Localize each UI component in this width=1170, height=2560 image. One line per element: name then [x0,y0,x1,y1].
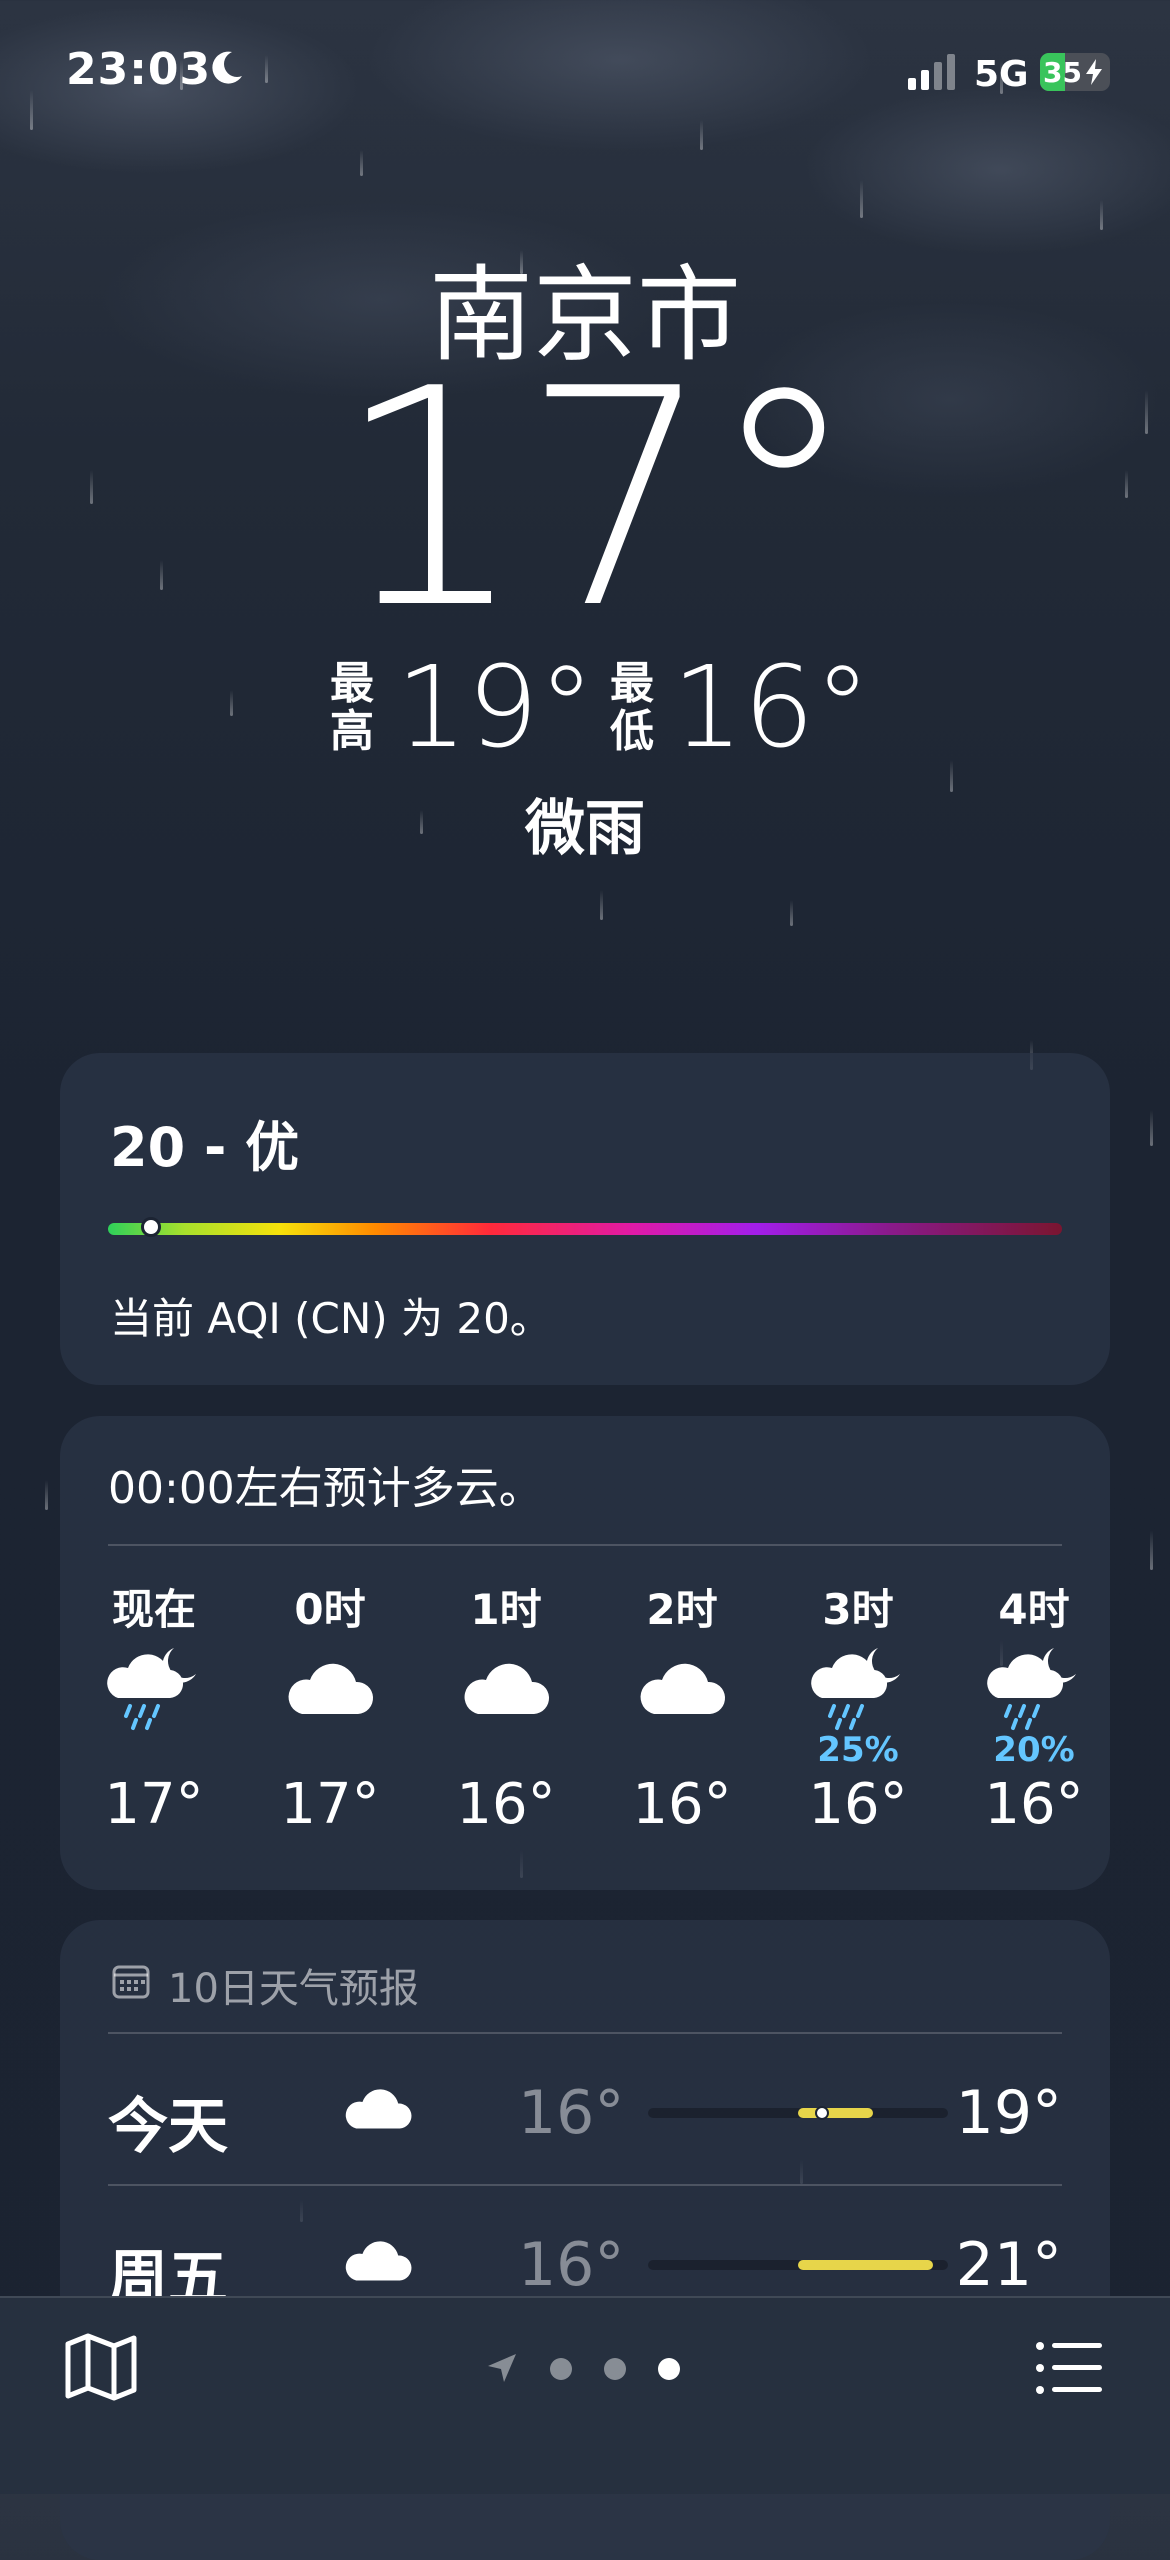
precip-probability: 25% [817,1730,899,1770]
hour-label: 1时 [470,1585,542,1634]
page-dot[interactable] [550,2358,572,2380]
list-icon[interactable] [1034,2338,1104,2398]
status-time: 23:03 [66,44,212,95]
divider [108,1544,1062,1546]
aqi-indicator [140,1217,161,1237]
hour-item: 3时 25% 16° [788,1576,928,1837]
temp-range-track [648,2260,948,2270]
day-high-temp: 21° [955,2230,1062,2300]
air-quality-card[interactable]: 20 - 优 当前 AQI (CN) 为 20。 [60,1053,1110,1385]
moon-cloud-rain-icon [104,1644,204,1734]
low-temp: 16° [672,643,871,773]
battery-percent: 35 [1043,56,1082,89]
hour-item: 0时 17° [260,1576,400,1837]
page-dot[interactable] [604,2358,626,2380]
weather-condition: 微雨 [525,794,645,864]
high-low-temps: 最高 19° 最低 16° [330,643,871,773]
hour-label: 现在 [111,1585,196,1634]
precip-probability [436,1730,576,1770]
network-type: 5G [974,54,1029,95]
rain-streak [600,890,603,920]
forecast-header: 10日天气预报 [168,1966,419,2012]
day-low-temp: 16° [518,2230,625,2300]
aqi-scale-bar [108,1223,1062,1235]
map-icon[interactable] [64,2332,138,2402]
hour-label: 3时 [822,1585,894,1634]
high-label: 最高 [330,658,374,757]
aqi-title: 20 - 优 [110,1116,300,1179]
hour-label: 4时 [998,1585,1070,1634]
temp-range-track [648,2106,948,2120]
rain-streak [1150,1110,1153,1146]
hour-temp: 16° [984,1772,1084,1837]
charging-bolt-icon [1086,59,1102,85]
rain-streak [230,690,233,716]
status-bar: 23:03 5G 35 [0,0,1170,150]
current-temperature: 17° [335,325,859,674]
temp-range-bar [798,2108,873,2118]
cloud-icon [338,2226,418,2296]
cloud-icon [632,1644,732,1734]
current-temp-marker [815,2106,829,2120]
hour-temp: 16° [632,1772,732,1837]
aqi-description: 当前 AQI (CN) 为 20。 [110,1294,552,1343]
hourly-summary: 00:00左右预计多云。 [108,1463,543,1514]
precip-probability [260,1730,400,1770]
rain-streak [790,900,793,926]
page-dot-active[interactable] [658,2358,680,2380]
hour-item: 现在 17° [84,1576,224,1837]
rain-streak [1100,200,1103,230]
hourly-forecast-card[interactable]: 00:00左右预计多云。 现在 17° 0时 17° 1时 16° 2时 16°… [60,1416,1110,1890]
moon-cloud-rain-icon [808,1644,908,1734]
cloud-icon [338,2074,418,2144]
rain-streak [860,180,863,218]
bottom-toolbar [0,2296,1170,2494]
day-low-temp: 16° [518,2078,625,2148]
moon-icon [212,51,242,84]
cloud-icon [456,1644,556,1734]
moon-cloud-rain-icon [984,1644,1084,1734]
day-high-temp: 19° [955,2078,1062,2148]
cloud-icon [280,1644,380,1734]
page-indicator[interactable] [480,2348,700,2388]
hour-item: 4时 20% 16° [964,1576,1104,1837]
hour-item: 2时 16° [612,1576,752,1837]
location-arrow-icon [488,2354,516,2382]
hour-temp: 16° [808,1772,908,1837]
rain-streak [360,150,363,176]
calendar-icon [112,1965,150,1999]
hour-item: 1时 16° [436,1576,576,1837]
hour-label: 2时 [646,1585,718,1634]
battery-indicator: 35 [1040,53,1110,91]
low-label: 最低 [610,658,654,757]
high-temp: 19° [396,643,595,773]
hour-temp: 17° [104,1772,204,1837]
rain-streak [1150,1530,1153,1570]
day-name: 今天 [108,2092,228,2162]
precip-probability [612,1730,752,1770]
precip-probability: 20% [993,1730,1075,1770]
day-row[interactable]: 今天 16° 19° [108,2034,1062,2184]
hour-temp: 16° [456,1772,556,1837]
cellular-signal-icon [908,54,955,90]
temp-range-bar [798,2260,933,2270]
rain-streak [45,1480,48,1510]
hour-temp: 17° [280,1772,380,1837]
hour-label: 0时 [294,1585,366,1634]
precip-probability [84,1730,224,1770]
